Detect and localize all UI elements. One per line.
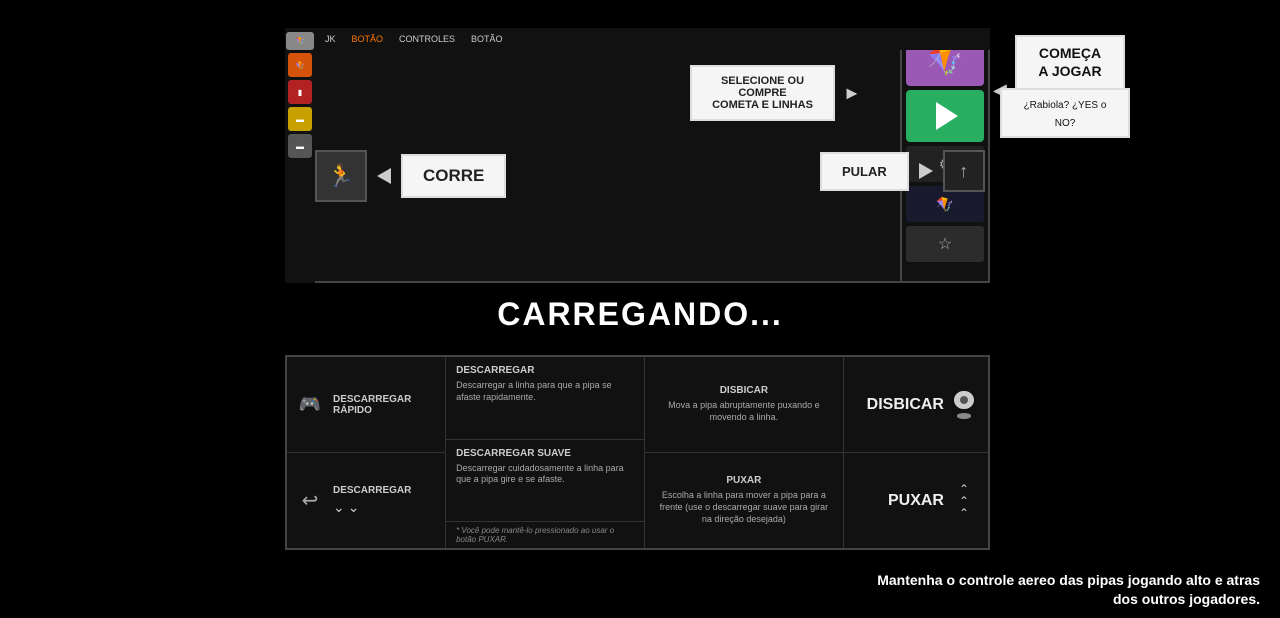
jump-icon-box: ↑	[943, 150, 985, 192]
pular-label: PULAR	[820, 152, 909, 191]
comecar-box[interactable]: COMEÇAA JOGAR	[1015, 35, 1125, 91]
bottom-panel: 🎮 DESCARREGAR RÁPIDO ↩ DESCARREGAR ⌄ ⌄ D…	[285, 355, 990, 550]
descarregar-icon: ↩	[295, 486, 325, 516]
chevron-down-2: ⌄	[348, 499, 360, 516]
menu-item-botao1[interactable]: BOTÃO	[352, 34, 384, 44]
jump-icon: ↑	[959, 161, 968, 182]
cr-item-disbicar: DISBICAR Mova a pipa abruptamente puxand…	[645, 357, 843, 453]
cr-disbicar-desc: Mova a pipa abruptamente puxando e moven…	[655, 400, 833, 423]
menu-item-botao2[interactable]: BOTÃO	[471, 34, 503, 44]
rabiola-text: ¿Rabiola? ¿YES o NO?	[1024, 100, 1107, 129]
center-right-col: DISBICAR Mova a pipa abruptamente puxand…	[645, 357, 844, 548]
right-puxar-label: PUXAR	[888, 492, 944, 510]
select-area: SELECIONE OU COMPRECOMETA E LINHAS ►	[690, 65, 861, 121]
select-box[interactable]: SELECIONE OU COMPRECOMETA E LINHAS	[690, 65, 835, 121]
right-disbicar-label: DISBICAR	[867, 396, 944, 414]
cr-item-puxar: PUXAR Escolha a linha para mover a pipa …	[645, 453, 843, 548]
corre-label: CORRE	[401, 154, 506, 198]
middle-descarregar-title: DESCARREGAR	[456, 365, 634, 376]
cr-puxar-desc: Escolha a linha para mover a pipa para a…	[655, 490, 833, 525]
descarregar-rapido-label: DESCARREGAR RÁPIDO	[333, 394, 437, 416]
chevron-down-1: ⌄	[333, 499, 345, 516]
descarregar-label: DESCARREGAR	[333, 485, 411, 496]
arrow-right-pular	[919, 163, 933, 179]
right-item-disbicar: DISBICAR	[844, 357, 988, 453]
puxar-icon: ⌃ ⌃ ⌃	[950, 487, 978, 515]
bottom-tip-line2: dos outros jogadores.	[1113, 591, 1260, 607]
right-item-puxar: PUXAR ⌃ ⌃ ⌃	[844, 453, 988, 548]
middle-col: DESCARREGAR Descarregar a linha para que…	[446, 357, 645, 548]
play-triangle	[936, 102, 958, 130]
carregando-text: CARREGANDO...	[0, 296, 1280, 333]
menu-bar: JK BOTÃO CONTROLES BOTÃO	[315, 28, 990, 50]
sidebar-icon-1[interactable]: 🪁	[288, 53, 312, 77]
sidebar-icon-4[interactable]: ▬	[288, 134, 312, 158]
menu-item-jk[interactable]: JK	[325, 34, 336, 44]
cr-disbicar-title: DISBICAR	[720, 385, 768, 396]
small-icon-3[interactable]: ☆	[906, 226, 984, 262]
left-item-descarregar-rapido: 🎮 DESCARREGAR RÁPIDO	[287, 357, 445, 453]
sidebar: 🪁 🪁 ▮ ▬ ▬	[285, 28, 315, 283]
left-col: 🎮 DESCARREGAR RÁPIDO ↩ DESCARREGAR ⌄ ⌄	[287, 357, 446, 548]
arrow-left-corre	[377, 168, 391, 184]
sidebar-icon-3[interactable]: ▬	[288, 107, 312, 131]
descarregar-rapido-icon: 🎮	[295, 390, 325, 420]
select-box-label: SELECIONE OU COMPRECOMETA E LINHAS	[712, 75, 813, 111]
middle-descarregar-suave-title: DESCARREGAR SUAVE	[456, 448, 634, 459]
middle-descarregar-suave-desc: Descarregar cuidadosamente a linha para …	[456, 463, 634, 486]
bottom-tip-line1: Mantenha o controle aereo das pipas joga…	[877, 572, 1260, 588]
left-item-descarregar: ↩ DESCARREGAR ⌄ ⌄	[287, 453, 445, 548]
middle-item-descarregar: DESCARREGAR Descarregar a linha para que…	[446, 357, 644, 440]
disbicar-icon	[950, 391, 978, 419]
right-col: DISBICAR PUXAR ⌃ ⌃ ⌃	[844, 357, 988, 548]
arrow-to-icons: ►	[843, 83, 861, 104]
menu-item-controles[interactable]: CONTROLES	[399, 34, 455, 44]
middle-descarregar-desc: Descarregar a linha para que a pipa se a…	[456, 380, 634, 403]
sidebar-icon-2[interactable]: ▮	[288, 80, 312, 104]
rabiola-box[interactable]: ¿Rabiola? ¿YES o NO?	[1000, 88, 1130, 138]
cr-puxar-title: PUXAR	[726, 475, 761, 486]
play-button-icon[interactable]	[906, 90, 984, 142]
footnote: * Você pode mantê-lo pressionado ao usar…	[446, 522, 644, 548]
pular-container: PULAR ↑	[820, 150, 985, 192]
corre-container: 🏃 CORRE	[315, 150, 506, 202]
comecar-title: COMEÇAA JOGAR	[1038, 45, 1101, 79]
bottom-tip: Mantenha o controle aereo das pipas joga…	[877, 571, 1260, 610]
sidebar-icon-top: 🪁	[286, 32, 314, 50]
character-box: 🏃	[315, 150, 367, 202]
middle-item-descarregar-suave: DESCARREGAR SUAVE Descarregar cuidadosam…	[446, 440, 644, 523]
character-icon: 🏃	[327, 163, 354, 189]
